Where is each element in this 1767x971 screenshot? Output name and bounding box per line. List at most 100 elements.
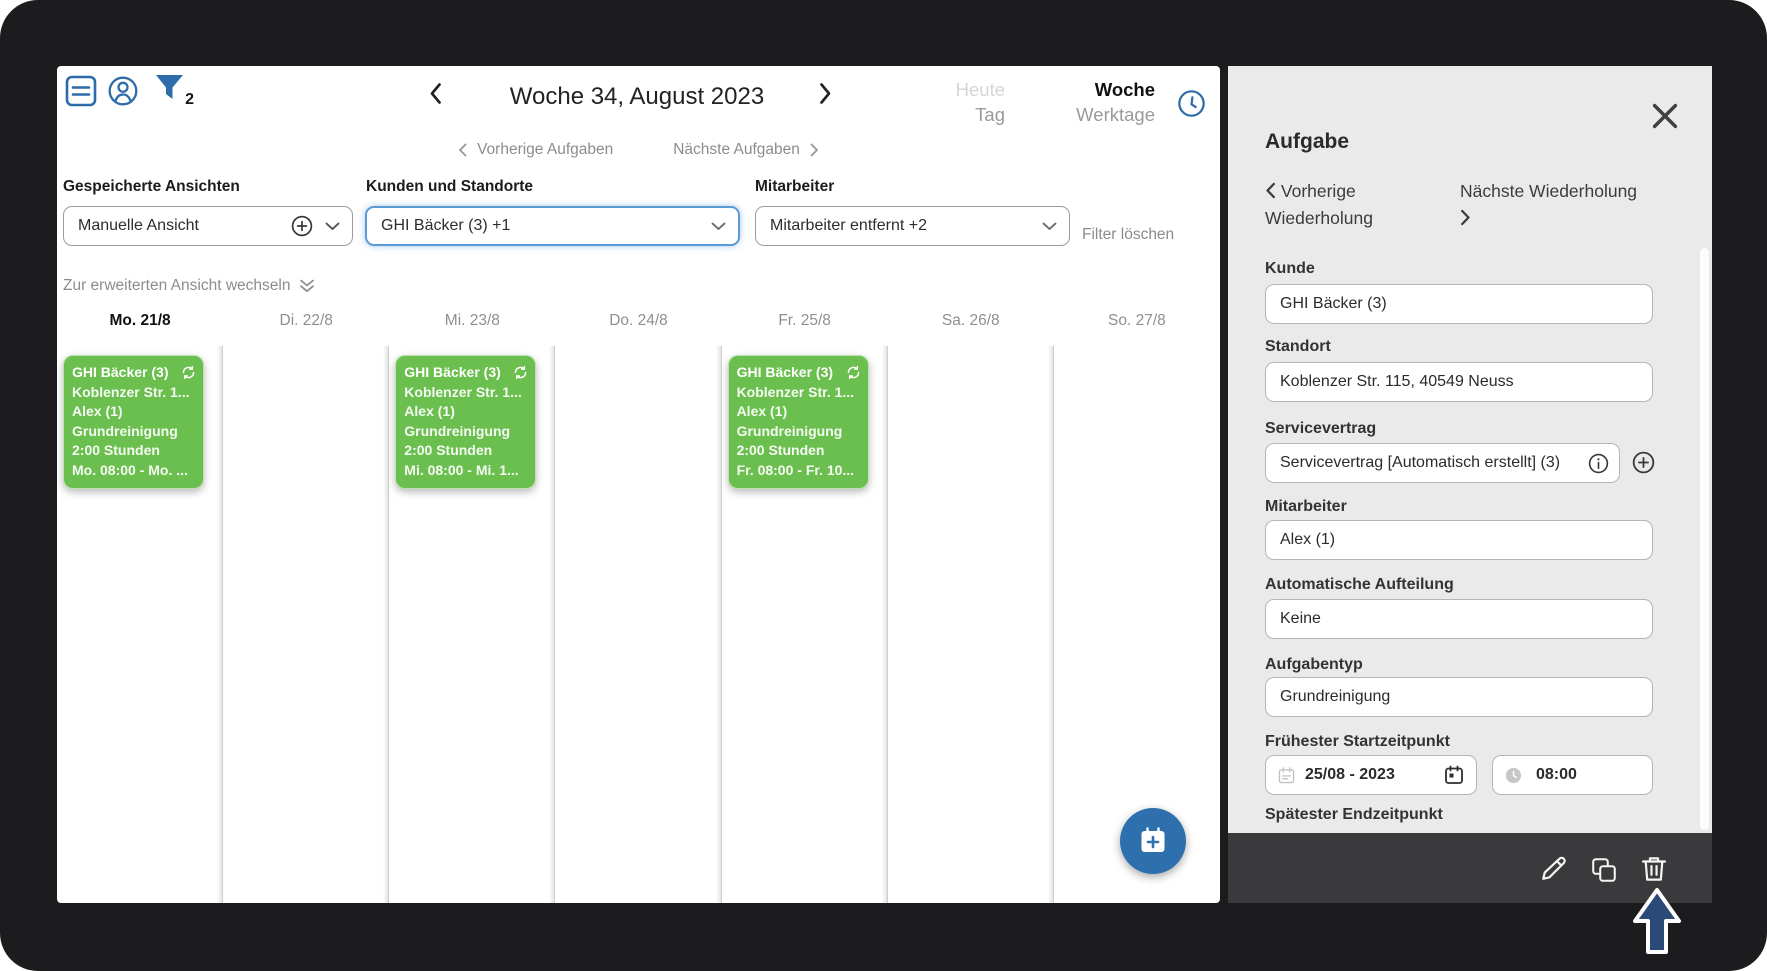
saved-views-value: Manuelle Ansicht — [78, 217, 199, 234]
day-header: Di. 22/8 — [279, 312, 333, 329]
end-label: Spätester Endzeitpunkt — [1265, 806, 1443, 823]
aufgabentyp-label: Aufgabentyp — [1265, 656, 1363, 673]
day-column-mo: Mo. 21/8 GHI Bäcker (3) Koblenzer Str. 1… — [57, 306, 224, 903]
customers-value: GHI Bäcker (3) +1 — [381, 217, 511, 234]
saved-views-dropdown[interactable]: Manuelle Ansicht — [63, 206, 353, 246]
event-title: GHI Bäcker (3) — [736, 364, 834, 380]
plus-circle-icon — [1632, 451, 1655, 474]
event-title: GHI Bäcker (3) — [404, 364, 501, 380]
start-date-field[interactable]: 25/08 - 2023 — [1265, 755, 1477, 795]
next-tasks-button[interactable]: Nächste Aufgaben — [673, 141, 819, 159]
add-task-fab[interactable] — [1120, 808, 1186, 874]
filter-button[interactable]: 2 — [154, 73, 194, 109]
filter-count-badge: 2 — [185, 91, 194, 108]
task-navigation: Vorherige Aufgaben Nächste Aufgaben — [57, 141, 1220, 159]
event-line: Grundreinigung — [72, 422, 178, 439]
day-header: Fr. 25/8 — [778, 312, 831, 329]
event-line: Grundreinigung — [404, 422, 511, 439]
panel-scrollbar[interactable] — [1700, 248, 1709, 830]
clear-filters-button[interactable]: Filter löschen — [1082, 226, 1174, 244]
chevron-left-icon — [459, 143, 467, 157]
advanced-view-link[interactable]: Zur erweiterten Ansicht wechseln — [63, 277, 315, 295]
day-header: Mi. 23/8 — [444, 312, 500, 329]
chevron-left-icon — [1266, 182, 1275, 199]
servicevertrag-field[interactable]: Servicevertrag [Automatisch erstellt] (3… — [1265, 443, 1620, 483]
day-column-di: Di. 22/8 — [223, 306, 390, 903]
recurrence-icon — [182, 366, 195, 380]
event-line: Alex (1) — [736, 403, 788, 419]
trash-icon — [1641, 857, 1667, 881]
day-column-do: Do. 24/8 — [555, 306, 722, 903]
start-time-field[interactable]: 08:00 — [1492, 755, 1653, 795]
calendar-plus-icon — [1141, 827, 1165, 852]
employees-label: Mitarbeiter — [755, 178, 835, 195]
menu-icon — [65, 75, 97, 107]
event-line: Fr. 08:00 - Fr. 10... — [736, 461, 855, 478]
day-header: Do. 24/8 — [609, 312, 668, 329]
event-line: Alex (1) — [404, 403, 455, 419]
chevron-left-icon — [430, 83, 441, 104]
kunde-field[interactable]: GHI Bäcker (3) — [1265, 284, 1653, 324]
event-card[interactable]: GHI Bäcker (3) Koblenzer Str. 1... Alex … — [63, 355, 204, 489]
aufgabentyp-field[interactable]: Grundreinigung — [1265, 677, 1653, 717]
event-card[interactable]: GHI Bäcker (3) Koblenzer Str. 1... Alex … — [395, 355, 537, 489]
view-day-button[interactable]: Tag — [885, 104, 1005, 126]
task-action-bar — [1228, 833, 1712, 903]
add-servicevertrag-button[interactable] — [1632, 451, 1655, 479]
view-week-button[interactable]: Woche — [1035, 79, 1155, 101]
close-panel-button[interactable] — [1651, 102, 1679, 135]
calendar-picker-icon[interactable] — [1444, 765, 1464, 785]
calendar-window: 2 Woche 34, August 2023 Heute Tag Woche … — [57, 66, 1220, 903]
customers-dropdown[interactable]: GHI Bäcker (3) +1 — [365, 206, 740, 246]
next-repetition-button[interactable]: Nächste Wiederholung — [1460, 178, 1650, 232]
event-line: Koblenzer Str. 1... — [404, 383, 522, 400]
event-line: Mo. 08:00 - Mo. ... — [72, 461, 188, 478]
day-header: Mo. 21/8 — [109, 312, 171, 329]
duplicate-task-button[interactable] — [1590, 856, 1618, 889]
chevron-right-icon — [820, 83, 831, 104]
calendar-icon — [1278, 766, 1295, 783]
info-icon[interactable] — [1588, 453, 1609, 474]
event-line: Grundreinigung — [736, 422, 843, 439]
chevron-down-icon — [711, 222, 726, 230]
user-icon — [108, 76, 138, 106]
mitarbeiter-label: Mitarbeiter — [1265, 498, 1347, 515]
employees-dropdown[interactable]: Mitarbeiter entfernt +2 — [755, 206, 1070, 246]
view-today-button[interactable]: Heute — [885, 79, 1005, 101]
previous-tasks-button[interactable]: Vorherige Aufgaben — [458, 141, 613, 159]
chevron-down-icon — [1042, 222, 1057, 230]
event-line: 2:00 Stunden — [736, 442, 825, 458]
view-workdays-button[interactable]: Werktage — [1035, 104, 1155, 126]
delete-task-button[interactable] — [1639, 854, 1669, 889]
aufteilung-label: Automatische Aufteilung — [1265, 576, 1454, 593]
recurrence-icon — [514, 366, 527, 380]
event-title: GHI Bäcker (3) — [72, 364, 169, 380]
recurrence-icon — [847, 366, 859, 380]
close-icon — [1652, 103, 1678, 129]
employees-value: Mitarbeiter entfernt +2 — [770, 217, 927, 234]
previous-repetition-button[interactable]: Vorherige Wiederholung — [1265, 178, 1440, 232]
event-line: Koblenzer Str. 1... — [736, 383, 855, 400]
add-view-icon[interactable] — [291, 215, 313, 237]
standort-label: Standort — [1265, 338, 1331, 355]
day-header: Sa. 26/8 — [941, 312, 1000, 329]
pencil-icon — [1542, 856, 1566, 880]
aufteilung-field[interactable]: Keine — [1265, 599, 1653, 639]
task-detail-panel: Aufgabe Vorherige Wiederholung Nächste W… — [1228, 66, 1712, 833]
edit-task-button[interactable] — [1540, 854, 1570, 889]
panel-title: Aufgabe — [1265, 130, 1349, 153]
mitarbeiter-field[interactable]: Alex (1) — [1265, 520, 1653, 560]
event-line: 2:00 Stunden — [404, 442, 493, 458]
previous-week-button[interactable] — [429, 82, 442, 110]
event-line: Koblenzer Str. 1... — [72, 383, 190, 400]
time-icon — [1505, 767, 1522, 783]
time-settings-button[interactable] — [1177, 89, 1206, 123]
menu-button[interactable] — [65, 75, 97, 112]
next-week-button[interactable] — [819, 82, 832, 110]
standort-field[interactable]: Koblenzer Str. 115, 40549 Neuss — [1265, 362, 1653, 402]
double-chevron-down-icon — [300, 279, 315, 293]
user-button[interactable] — [107, 75, 139, 112]
saved-views-label: Gespeicherte Ansichten — [63, 178, 240, 195]
clock-icon — [1178, 90, 1205, 117]
event-card[interactable]: GHI Bäcker (3) Koblenzer Str. 1... Alex … — [727, 355, 869, 489]
